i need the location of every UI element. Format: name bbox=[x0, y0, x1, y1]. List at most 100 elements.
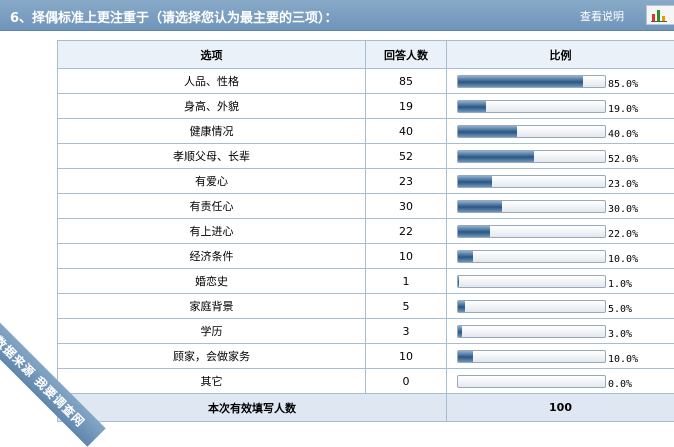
progress-bar bbox=[457, 300, 606, 313]
answer-count: 23 bbox=[366, 169, 447, 194]
question-title: 6、择偶标准上更注重于（请选择您认为最主要的三项）： bbox=[10, 7, 338, 26]
table-row: 人品、性格85 85.0% bbox=[58, 69, 674, 94]
ratio-percent: 22.0% bbox=[608, 229, 638, 240]
table-row: 家庭背景5 5.0% bbox=[58, 294, 674, 319]
answer-count: 10 bbox=[366, 244, 447, 269]
ratio-cell: 3.0% bbox=[447, 319, 674, 344]
answer-count: 3 bbox=[366, 319, 447, 344]
ratio-cell: 22.0% bbox=[447, 219, 674, 244]
column-header-ratio: 比例 bbox=[447, 41, 674, 69]
answer-count: 40 bbox=[366, 119, 447, 144]
table-row: 学历3 3.0% bbox=[58, 319, 674, 344]
ratio-cell: 19.0% bbox=[447, 94, 674, 119]
ratio-percent: 85.0% bbox=[608, 79, 638, 90]
progress-bar-fill bbox=[458, 76, 583, 87]
progress-bar-fill bbox=[458, 101, 486, 112]
bar-chart-icon bbox=[651, 8, 667, 22]
progress-bar bbox=[457, 100, 606, 113]
progress-bar-fill bbox=[458, 276, 459, 287]
total-label: 本次有效填写人数 bbox=[58, 394, 447, 422]
column-header-count: 回答人数 bbox=[366, 41, 447, 69]
table-header-row: 选项 回答人数 比例 bbox=[58, 41, 674, 69]
progress-bar-fill bbox=[458, 226, 490, 237]
option-label: 婚恋史 bbox=[58, 269, 366, 294]
option-label: 经济条件 bbox=[58, 244, 366, 269]
option-label: 有上进心 bbox=[58, 219, 366, 244]
ratio-cell: 0.0% bbox=[447, 369, 674, 394]
column-header-option: 选项 bbox=[58, 41, 366, 69]
table-row: 有爱心23 23.0% bbox=[58, 169, 674, 194]
table-row: 有责任心30 30.0% bbox=[58, 194, 674, 219]
ratio-percent: 5.0% bbox=[608, 304, 632, 315]
ratio-percent: 40.0% bbox=[608, 129, 638, 140]
option-label: 健康情况 bbox=[58, 119, 366, 144]
progress-bar-fill bbox=[458, 251, 473, 262]
progress-bar bbox=[457, 250, 606, 263]
progress-bar-fill bbox=[458, 151, 534, 162]
ratio-percent: 1.0% bbox=[608, 279, 632, 290]
ratio-percent: 30.0% bbox=[608, 204, 638, 215]
option-label: 其它 bbox=[58, 369, 366, 394]
answer-count: 85 bbox=[366, 69, 447, 94]
progress-bar-fill bbox=[458, 326, 462, 337]
ratio-percent: 0.0% bbox=[608, 379, 632, 390]
ratio-cell: 23.0% bbox=[447, 169, 674, 194]
question-header: 6、择偶标准上更注重于（请选择您认为最主要的三项）： 查看说明 bbox=[0, 0, 674, 31]
progress-bar bbox=[457, 175, 606, 188]
answer-count: 30 bbox=[366, 194, 447, 219]
progress-bar bbox=[457, 275, 606, 288]
table-row: 身高、外貌19 19.0% bbox=[58, 94, 674, 119]
progress-bar-fill bbox=[458, 126, 517, 137]
results-body: 人品、性格85 85.0% 身高、外貌19 19.0% 健康情况40 40.0% 孝顺父母、… bbox=[58, 69, 674, 394]
total-value: 100 bbox=[447, 394, 674, 422]
progress-bar bbox=[457, 75, 606, 88]
option-label: 身高、外貌 bbox=[58, 94, 366, 119]
ratio-percent: 3.0% bbox=[608, 329, 632, 340]
answer-count: 52 bbox=[366, 144, 447, 169]
progress-bar bbox=[457, 350, 606, 363]
table-row: 其它0 0.0% bbox=[58, 369, 674, 394]
results-table: 选项 回答人数 比例 人品、性格8585.0%身高、外貌1919.0%健康情况4… bbox=[57, 40, 674, 422]
option-label: 人品、性格 bbox=[58, 69, 366, 94]
ratio-percent: 19.0% bbox=[608, 104, 638, 115]
progress-bar bbox=[457, 325, 606, 338]
option-label: 孝顺父母、长辈 bbox=[58, 144, 366, 169]
answer-count: 0 bbox=[366, 369, 447, 394]
progress-bar-fill bbox=[458, 176, 492, 187]
option-label: 有爱心 bbox=[58, 169, 366, 194]
ratio-cell: 5.0% bbox=[447, 294, 674, 319]
ratio-cell: 10.0% bbox=[447, 344, 674, 369]
help-link[interactable]: 查看说明 bbox=[580, 8, 624, 24]
ratio-cell: 40.0% bbox=[447, 119, 674, 144]
option-label: 家庭背景 bbox=[58, 294, 366, 319]
answer-count: 22 bbox=[366, 219, 447, 244]
table-row: 经济条件10 10.0% bbox=[58, 244, 674, 269]
option-label: 顾家，会做家务 bbox=[58, 344, 366, 369]
progress-bar-fill bbox=[458, 351, 473, 362]
total-row: 本次有效填写人数 100 bbox=[58, 394, 674, 422]
ratio-percent: 10.0% bbox=[608, 254, 638, 265]
progress-bar bbox=[457, 125, 606, 138]
ratio-cell: 30.0% bbox=[447, 194, 674, 219]
option-label: 有责任心 bbox=[58, 194, 366, 219]
answer-count: 19 bbox=[366, 94, 447, 119]
progress-bar bbox=[457, 150, 606, 163]
chart-view-button[interactable] bbox=[646, 5, 674, 25]
table-row: 婚恋史11.0% bbox=[58, 269, 674, 294]
ratio-percent: 10.0% bbox=[608, 354, 638, 365]
table-row: 孝顺父母、长辈5252.0% bbox=[58, 144, 674, 169]
progress-bar bbox=[457, 225, 606, 238]
table-row: 健康情况40 40.0% bbox=[58, 119, 674, 144]
answer-count: 5 bbox=[366, 294, 447, 319]
progress-bar bbox=[457, 375, 606, 388]
table-row: 有上进心22 22.0% bbox=[58, 219, 674, 244]
ratio-percent: 23.0% bbox=[608, 179, 638, 190]
ratio-cell: 1.0% bbox=[447, 269, 674, 294]
option-label: 学历 bbox=[58, 319, 366, 344]
progress-bar-fill bbox=[458, 201, 502, 212]
ratio-cell: 85.0% bbox=[447, 69, 674, 94]
answer-count: 10 bbox=[366, 344, 447, 369]
table-row: 顾家，会做家务10 10.0% bbox=[58, 344, 674, 369]
progress-bar-fill bbox=[458, 301, 465, 312]
progress-bar bbox=[457, 200, 606, 213]
